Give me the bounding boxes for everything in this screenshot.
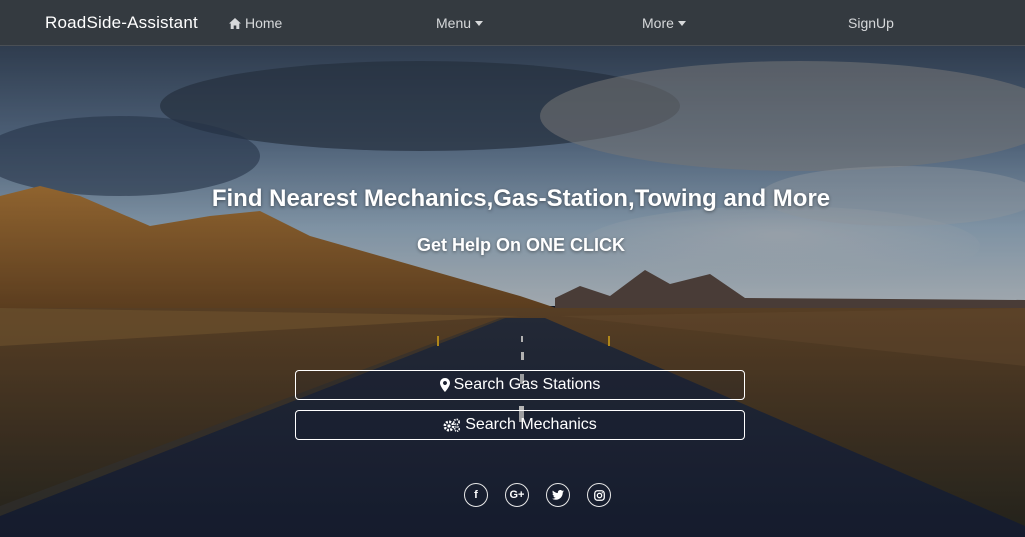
- instagram-link[interactable]: [587, 483, 611, 507]
- search-gas-stations-label: Search Gas Stations: [453, 376, 601, 393]
- hero-background-image: [0, 46, 1025, 537]
- hero-subheadline: Get Help On ONE CLICK: [416, 235, 625, 255]
- chevron-down-icon: [475, 20, 484, 26]
- nav-home-link[interactable]: Home: [229, 15, 282, 31]
- nav-menu-label: Menu: [436, 15, 472, 31]
- facebook-link[interactable]: f: [464, 483, 488, 507]
- nav-more-dropdown[interactable]: More: [642, 15, 686, 31]
- hero-section: Find Nearest Mechanics,Gas-Station,Towin…: [0, 46, 1025, 537]
- twitter-icon: [552, 490, 564, 500]
- search-mechanics-button[interactable]: Search Mechanics: [295, 410, 745, 440]
- search-gas-stations-button[interactable]: Search Gas Stations: [295, 370, 745, 400]
- nav-more-label: More: [642, 15, 674, 31]
- nav-home-label: Home: [245, 15, 283, 31]
- search-mechanics-label: Search Mechanics: [465, 416, 597, 433]
- google-plus-link[interactable]: G+: [505, 483, 529, 507]
- instagram-icon: [593, 489, 605, 501]
- map-marker-icon: [439, 378, 450, 392]
- cogs-icon: [443, 418, 461, 432]
- nav-signup-link[interactable]: SignUp: [848, 15, 894, 31]
- top-navbar: RoadSide-Assistant Home Menu More SignUp: [0, 0, 1025, 46]
- home-icon: [229, 17, 241, 29]
- twitter-link[interactable]: [546, 483, 570, 507]
- page: RoadSide-Assistant Home Menu More SignUp: [0, 0, 1025, 537]
- nav-menu-dropdown[interactable]: Menu: [436, 15, 484, 31]
- hero-headline: Find Nearest Mechanics,Gas-Station,Towin…: [211, 185, 831, 212]
- facebook-icon: f: [474, 489, 478, 501]
- brand-logo-link[interactable]: RoadSide-Assistant: [45, 13, 198, 33]
- google-plus-icon: G+: [509, 489, 525, 501]
- chevron-down-icon: [677, 20, 686, 26]
